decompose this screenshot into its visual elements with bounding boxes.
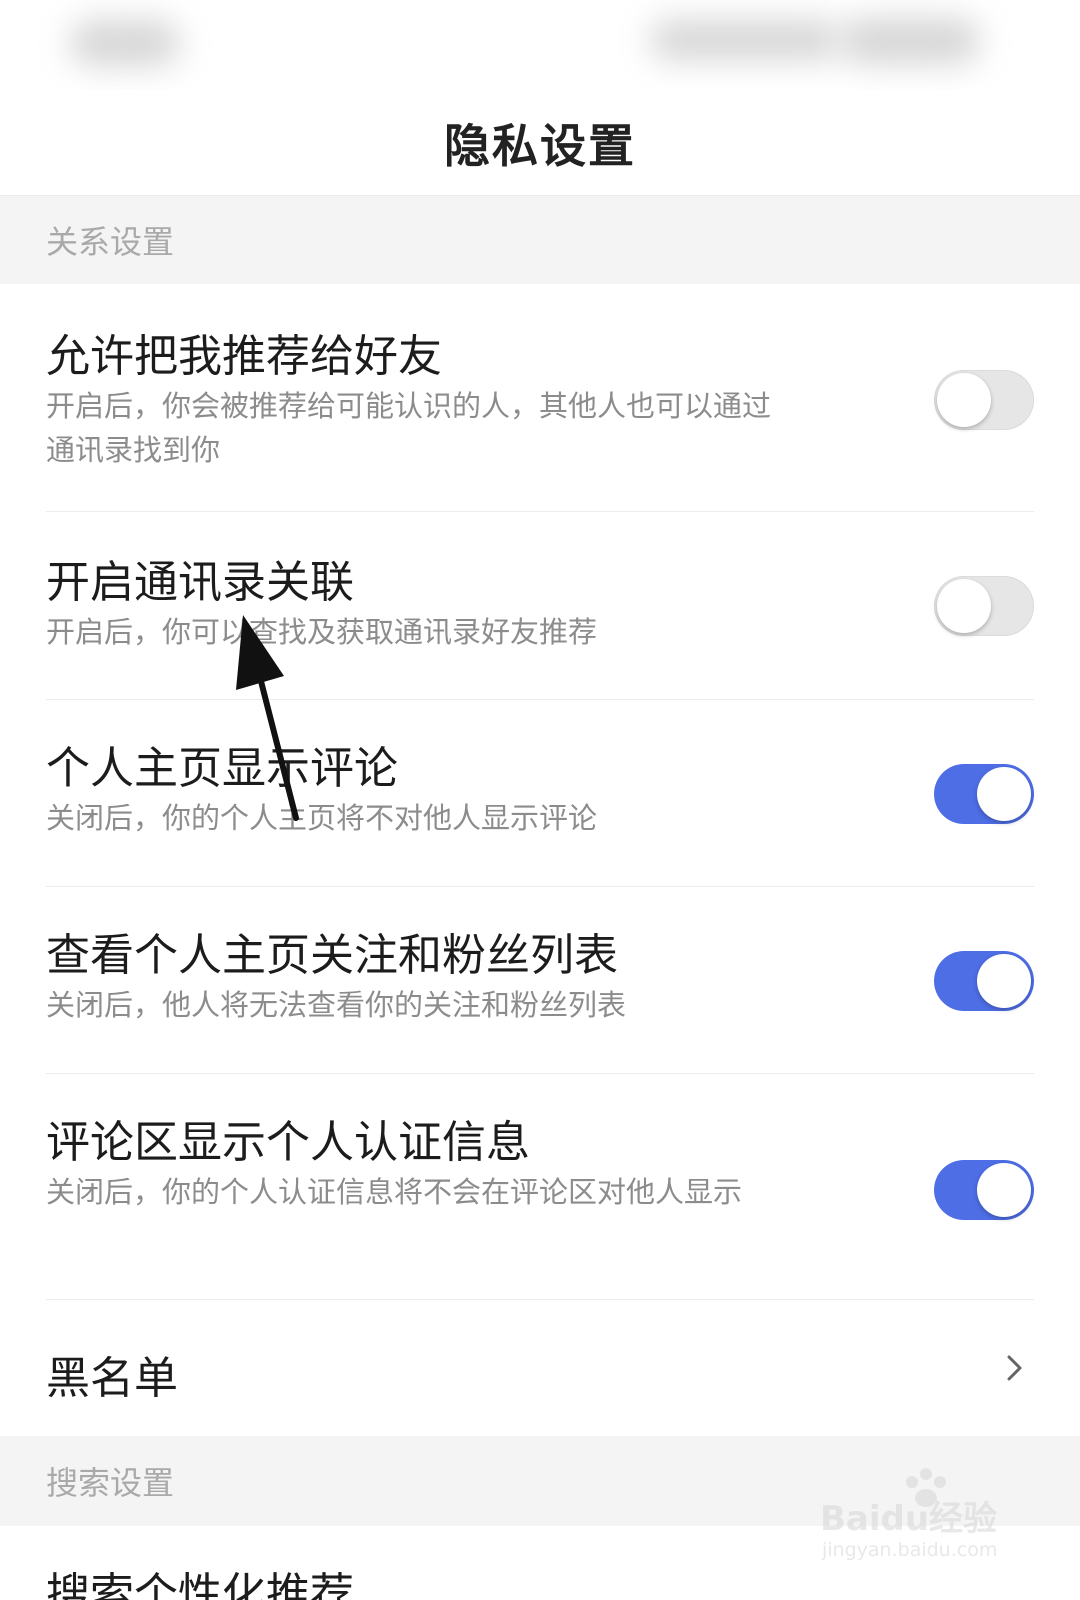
setting-description: 开启后，你会被推荐给可能认识的人，其他人也可以通过通讯录找到你 [46, 389, 772, 467]
section-title: 搜索设置 [46, 1464, 175, 1502]
setting-row-contacts-link: 开启通讯录关联 开启后，你可以查找及获取通讯录好友推荐 [0, 512, 1080, 700]
toggle-recommend-to-friends[interactable] [934, 370, 1034, 430]
section-title: 关系设置 [46, 223, 175, 261]
setting-title: 允许把我推荐给好友 [46, 331, 442, 382]
setting-title: 搜索个性化推荐 [46, 1569, 354, 1600]
setting-description: 开启后，你可以查找及获取通讯录好友推荐 [46, 615, 598, 649]
toggle-verification-info[interactable] [934, 1160, 1034, 1220]
setting-description: 关闭后，你的个人主页将不对他人显示评论 [46, 801, 598, 835]
setting-description: 关闭后，你的个人认证信息将不会在评论区对他人显示 [46, 1175, 743, 1209]
blacklist-title: 黑名单 [46, 1353, 178, 1404]
section-header-relationship: 关系设置 [0, 196, 1080, 284]
toggle-profile-comments[interactable] [934, 764, 1034, 824]
setting-title: 查看个人主页关注和粉丝列表 [46, 930, 618, 981]
setting-row-follow-fan-list: 查看个人主页关注和粉丝列表 关闭后，他人将无法查看你的关注和粉丝列表 [0, 887, 1080, 1074]
toggle-follow-fan-list[interactable] [934, 951, 1034, 1011]
toggle-knob [977, 954, 1031, 1008]
setting-description: 关闭后，他人将无法查看你的关注和粉丝列表 [46, 988, 627, 1022]
watermark-logo: Baidu经验 jingyan.baidu.com [820, 1468, 997, 1561]
page-title: 隐私设置 [444, 118, 636, 173]
privacy-settings-page: 隐私设置 关系设置 允许把我推荐给好友 开启后，你会被推荐给可能认识的人，其他人… [0, 0, 1080, 1600]
toggle-knob [977, 1163, 1031, 1217]
nav-header: 隐私设置 [0, 90, 1080, 196]
setting-row-recommend-to-friends: 允许把我推荐给好友 开启后，你会被推荐给可能认识的人，其他人也可以通过通讯录找到… [0, 284, 1080, 512]
setting-title: 开启通讯录关联 [46, 557, 354, 608]
toggle-knob [937, 373, 991, 427]
toggle-knob [977, 767, 1031, 821]
setting-title: 评论区显示个人认证信息 [46, 1117, 530, 1168]
toggle-knob [937, 579, 991, 633]
toggle-contacts-link[interactable] [934, 576, 1034, 636]
watermark-brand: Baidu经验 [820, 1499, 997, 1539]
setting-row-verification-info: 评论区显示个人认证信息 关闭后，你的个人认证信息将不会在评论区对他人显示 [0, 1074, 1080, 1300]
watermark-url: jingyan.baidu.com [821, 1539, 997, 1561]
setting-row-profile-comments: 个人主页显示评论 关闭后，你的个人主页将不对他人显示评论 [0, 700, 1080, 887]
setting-title: 个人主页显示评论 [46, 743, 398, 794]
chevron-right-icon [1007, 1355, 1022, 1381]
status-bar [0, 0, 1080, 90]
blacklist-row[interactable]: 黑名单 [0, 1300, 1080, 1436]
